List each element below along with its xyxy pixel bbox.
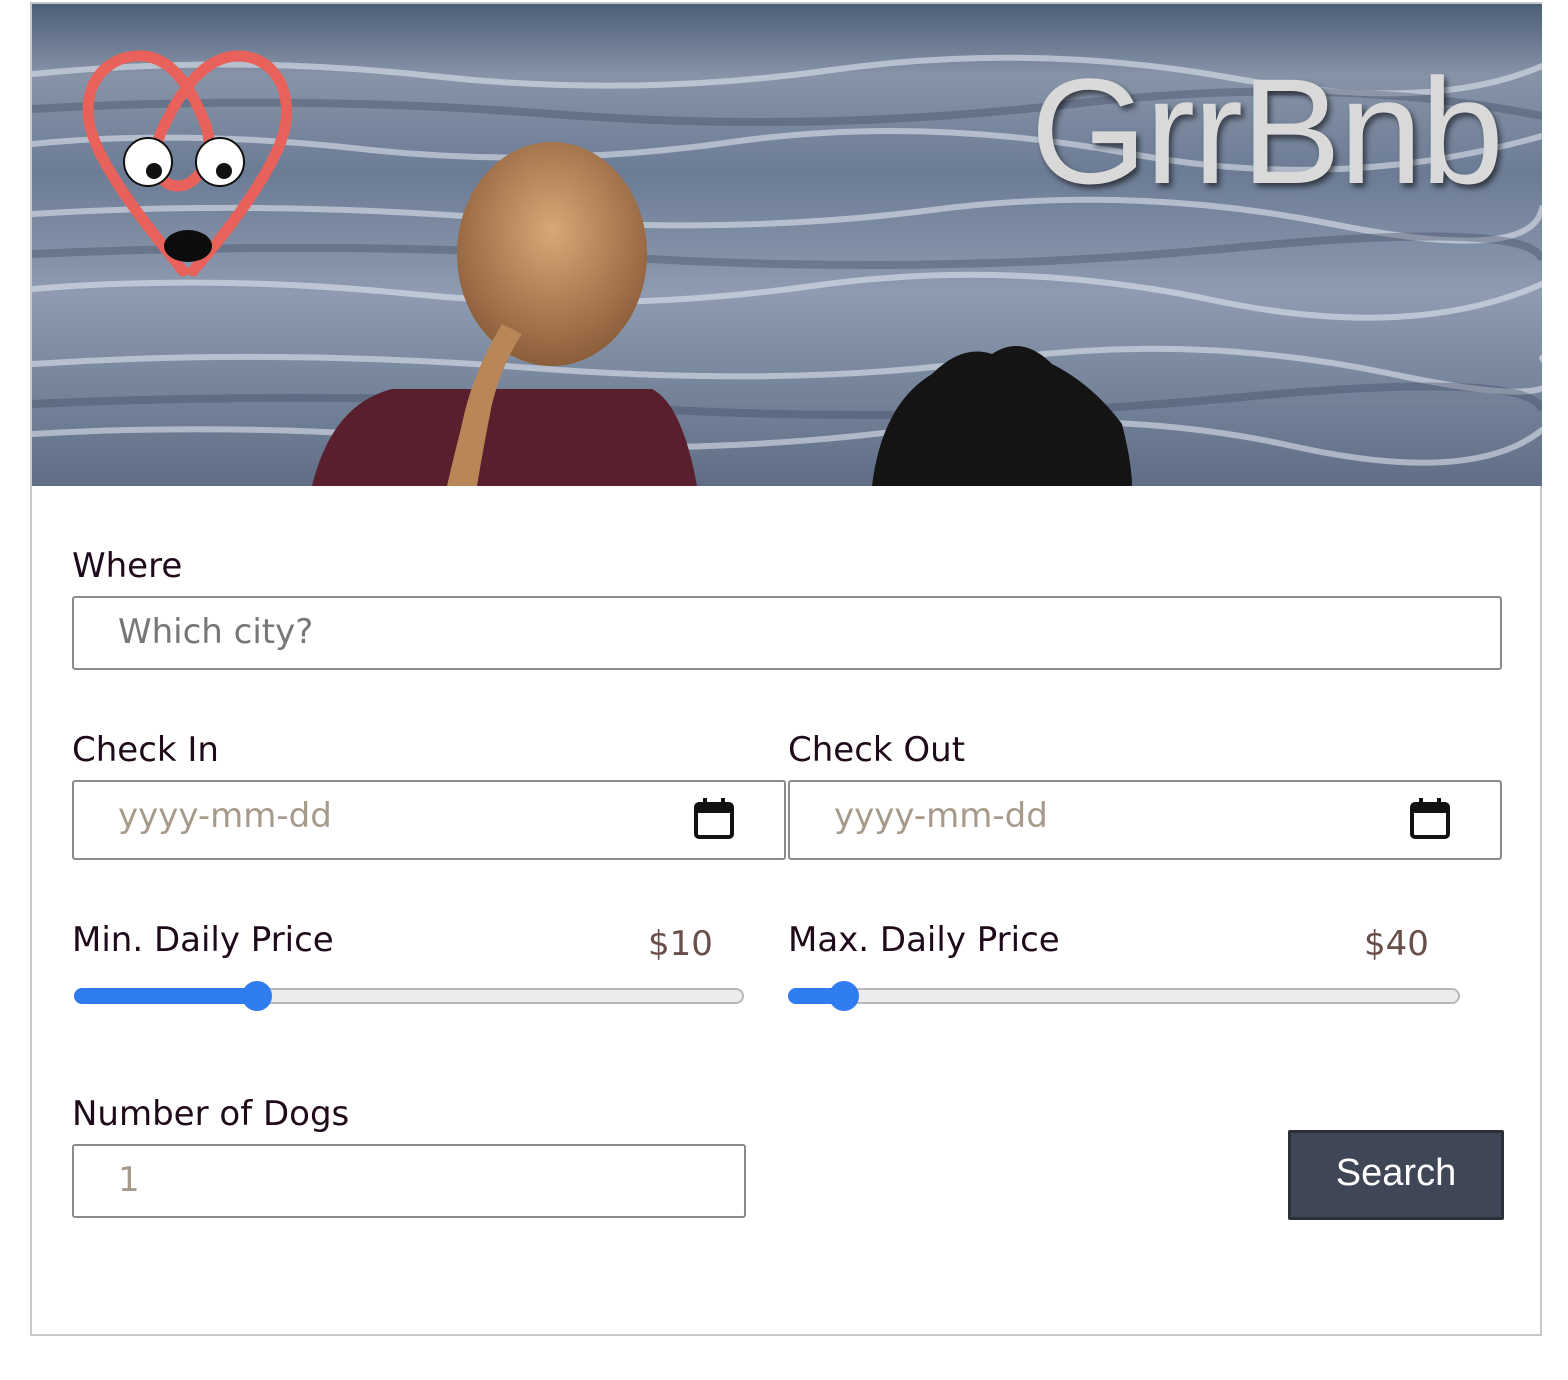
check-out-input[interactable]: yyyy-mm-dd <box>788 780 1502 860</box>
hero-banner: GrrBnb <box>32 4 1542 486</box>
check-in-placeholder: yyyy-mm-dd <box>118 796 332 836</box>
dogs-input[interactable]: 1 <box>72 1144 746 1218</box>
search-button[interactable]: Search <box>1288 1130 1504 1220</box>
check-in-input[interactable]: yyyy-mm-dd <box>72 780 786 860</box>
where-placeholder: Which city? <box>118 612 314 652</box>
dog-heart-logo-icon <box>82 50 292 277</box>
min-price-slider[interactable] <box>74 981 744 1011</box>
check-out-placeholder: yyyy-mm-dd <box>834 796 1048 836</box>
search-card: GrrBnb Where Which city? Check In yyyy-m… <box>30 2 1542 1336</box>
min-price-slider-thumb[interactable] <box>242 981 272 1011</box>
min-price-slider-fill <box>74 988 257 1004</box>
where-label: Where <box>72 546 183 586</box>
max-price-slider[interactable] <box>788 981 1460 1011</box>
dogs-value: 1 <box>118 1160 140 1200</box>
check-in-label: Check In <box>72 730 219 770</box>
min-price-label: Min. Daily Price <box>72 920 334 960</box>
max-price-slider-thumb[interactable] <box>829 981 859 1011</box>
check-out-label: Check Out <box>788 730 966 770</box>
calendar-icon[interactable] <box>694 798 734 840</box>
calendar-icon[interactable] <box>1410 798 1450 840</box>
max-price-value: $40 <box>1364 924 1429 964</box>
dogs-label: Number of Dogs <box>72 1094 350 1134</box>
where-input[interactable]: Which city? <box>72 596 1502 670</box>
min-price-value: $10 <box>648 924 713 964</box>
brand-title: GrrBnb <box>1030 47 1504 215</box>
max-price-label: Max. Daily Price <box>788 920 1060 960</box>
